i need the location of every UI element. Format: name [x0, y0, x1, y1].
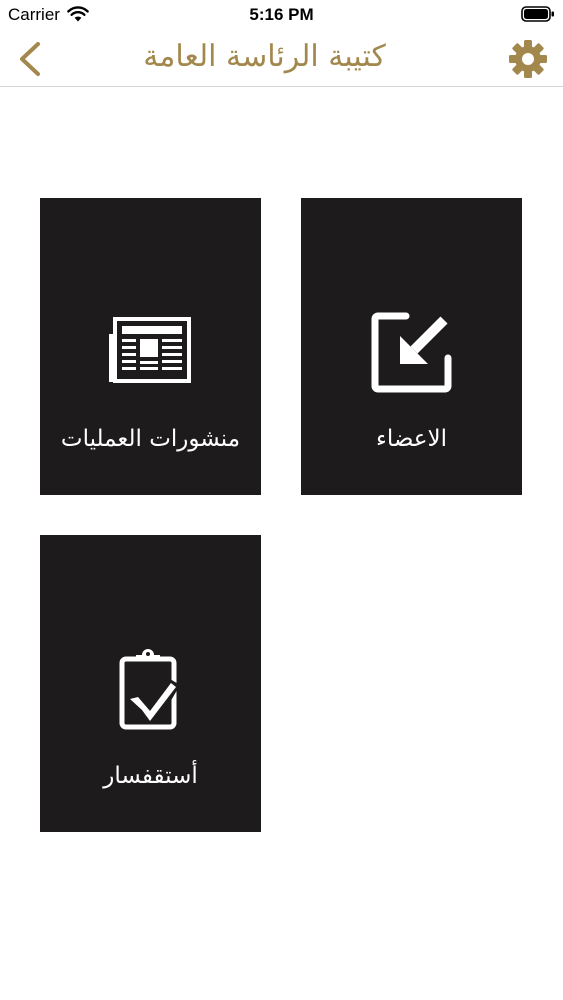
gear-icon[interactable] [507, 38, 549, 80]
inquiry-tile-label: أستقفسار [103, 763, 198, 789]
operations-publications-tile[interactable]: منشورات العمليات [40, 198, 261, 495]
status-bar: Carrier 5:16 PM [0, 0, 563, 30]
import-arrow-icon [371, 312, 451, 393]
chevron-left-icon[interactable] [14, 40, 44, 78]
operations-publications-tile-label: منشورات العمليات [60, 426, 241, 452]
newspaper-icon [108, 317, 191, 383]
page-title: كتيبة الرئاسة العامة [143, 39, 386, 74]
clipboard-check-icon [119, 649, 180, 730]
battery-icon [521, 6, 554, 22]
inquiry-tile[interactable]: أستقفسار [40, 535, 261, 832]
members-tile-label: الاعضاء [376, 426, 447, 452]
navigation-bar: كتيبة الرئاسة العامة [0, 30, 563, 87]
status-time: 5:16 PM [249, 5, 314, 24]
members-tile[interactable]: الاعضاء [301, 198, 522, 495]
